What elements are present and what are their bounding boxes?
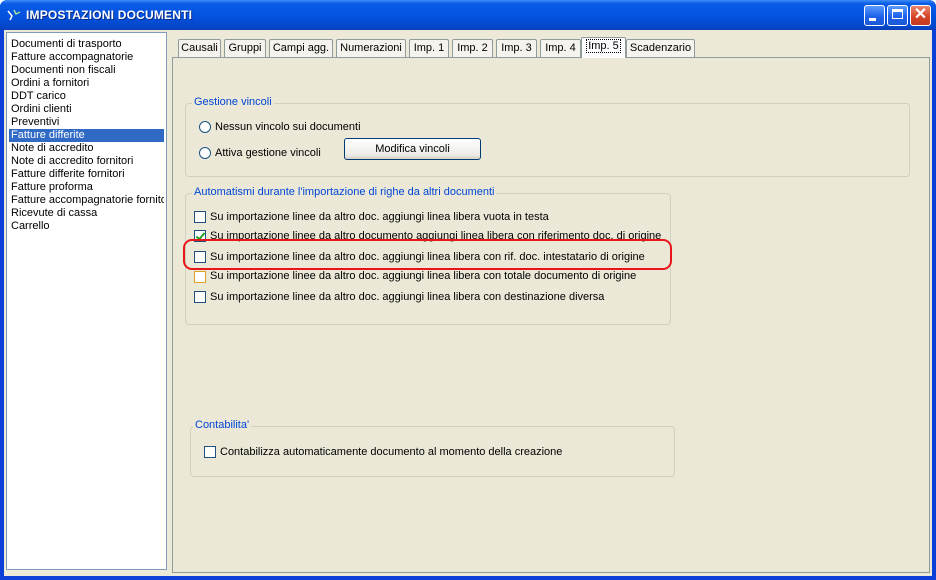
list-item[interactable]: Documenti non fiscali: [9, 64, 164, 77]
tab-label: Imp. 2: [457, 42, 488, 54]
document-type-list[interactable]: Documenti di trasporto Fatture accompagn…: [6, 32, 167, 570]
tab-panel-imp-5: Gestione vincoli Nessun vincolo sui docu…: [172, 57, 930, 573]
maximize-button[interactable]: [887, 5, 908, 26]
list-item[interactable]: Carrello: [9, 220, 164, 233]
checkbox-label[interactable]: Su importazione linee da altro doc. aggi…: [210, 211, 549, 223]
tab-numerazioni[interactable]: Numerazioni: [336, 39, 406, 57]
list-item[interactable]: Note di accredito fornitori: [9, 155, 164, 168]
title-bar[interactable]: IMPOSTAZIONI DOCUMENTI ✕: [0, 0, 936, 30]
tab-label: Gruppi: [228, 42, 262, 54]
maximize-icon: [892, 9, 903, 19]
checkbox-label[interactable]: Su importazione linee da altro doc. aggi…: [210, 270, 636, 282]
list-item[interactable]: Fatture accompagnatorie: [9, 51, 164, 64]
tab-scadenzario[interactable]: Scadenzario: [626, 39, 695, 57]
modifica-vincoli-button[interactable]: Modifica vincoli: [344, 138, 481, 160]
list-item[interactable]: Documenti di trasporto: [9, 38, 164, 51]
tab-gruppi[interactable]: Gruppi: [224, 39, 266, 57]
tab-imp-4[interactable]: Imp. 4: [540, 39, 581, 57]
list-item[interactable]: Fatture accompagnatorie fornitori: [9, 194, 164, 207]
list-item[interactable]: Ordini a fornitori: [9, 77, 164, 90]
list-item[interactable]: Fatture differite fornitori: [9, 168, 164, 181]
tab-label: Causali: [181, 42, 218, 54]
highlight-annotation: [183, 239, 672, 270]
close-icon: ✕: [913, 6, 928, 23]
app-window: IMPOSTAZIONI DOCUMENTI ✕ Documenti di tr…: [0, 0, 936, 580]
list-item[interactable]: Note di accredito: [9, 142, 164, 155]
tab-label: Numerazioni: [340, 42, 402, 54]
minimize-icon: [869, 18, 876, 21]
checkbox-totale-doc[interactable]: [194, 271, 206, 283]
checkbox-contabilizza[interactable]: [204, 446, 216, 458]
tab-imp-3[interactable]: Imp. 3: [496, 39, 537, 57]
tab-causali[interactable]: Causali: [178, 39, 221, 57]
tab-label: Campi agg.: [272, 42, 330, 54]
radio-attiva-vincoli[interactable]: [199, 147, 211, 159]
tab-label: Imp. 3: [501, 42, 532, 54]
client-area: Documenti di trasporto Fatture accompagn…: [4, 30, 932, 576]
close-button[interactable]: ✕: [910, 5, 931, 26]
window-title: IMPOSTAZIONI DOCUMENTI: [26, 8, 193, 22]
checkbox-linea-vuota[interactable]: [194, 211, 206, 223]
list-item[interactable]: DDT carico: [9, 90, 164, 103]
radio-label[interactable]: Attiva gestione vincoli: [215, 147, 321, 159]
radio-label[interactable]: Nessun vincolo sui documenti: [215, 121, 361, 133]
group-title: Gestione vincoli: [192, 96, 274, 108]
list-item[interactable]: Fatture proforma: [9, 181, 164, 194]
checkbox-destinazione[interactable]: [194, 291, 206, 303]
tab-imp-1[interactable]: Imp. 1: [409, 39, 449, 57]
checkbox-label[interactable]: Contabilizza automaticamente documento a…: [220, 446, 562, 458]
tab-campi-agg[interactable]: Campi agg.: [269, 39, 333, 57]
tab-label: Imp. 1: [413, 42, 445, 54]
list-item[interactable]: Preventivi: [9, 116, 164, 129]
radio-nessun-vincolo[interactable]: [199, 121, 211, 133]
tab-label: Scadenzario: [629, 42, 692, 54]
list-item[interactable]: Ordini clienti: [9, 103, 164, 116]
list-item[interactable]: Ricevute di cassa: [9, 207, 164, 220]
app-icon: [7, 9, 21, 21]
gestione-vincoli-group: Gestione vincoli Nessun vincolo sui docu…: [185, 96, 910, 177]
group-title: Automatismi durante l'importazione di ri…: [192, 186, 497, 198]
tab-label: Imp. 4: [545, 42, 576, 54]
checkbox-label[interactable]: Su importazione linee da altro doc. aggi…: [210, 291, 604, 303]
minimize-button[interactable]: [864, 5, 885, 26]
group-title: Contabilita': [193, 419, 252, 431]
tab-label: Imp. 5: [586, 39, 621, 53]
list-item-selected[interactable]: Fatture differite: [9, 129, 164, 142]
contabilita-group: Contabilita' Contabilizza automaticament…: [190, 419, 675, 477]
tab-imp-2[interactable]: Imp. 2: [452, 39, 493, 57]
tab-imp-5[interactable]: Imp. 5: [581, 37, 626, 58]
